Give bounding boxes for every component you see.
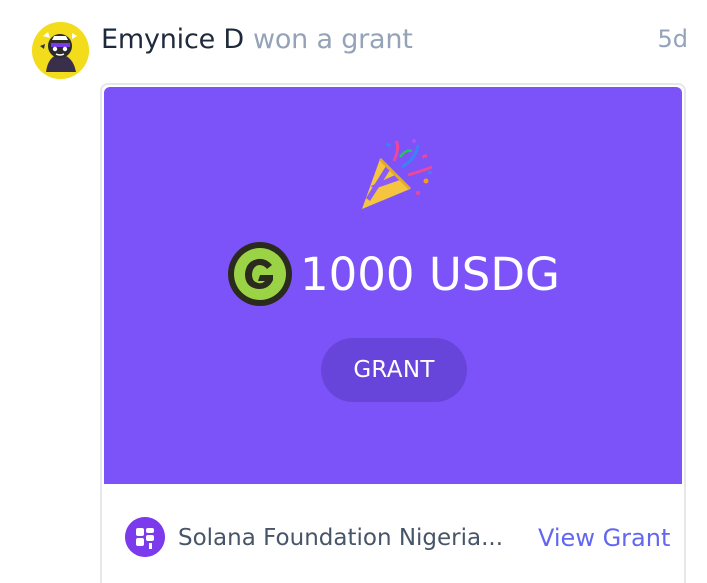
- view-grant-link[interactable]: View Grant: [538, 522, 670, 554]
- party-popper-icon: [362, 139, 433, 209]
- user-avatar[interactable]: [32, 22, 89, 79]
- grant-banner: 1000 USDG GRANT: [104, 87, 682, 484]
- activity-action: won a grant: [252, 23, 413, 55]
- activity-feed-item: Emynice D won a grant 5d 1000 USDG GRANT…: [0, 0, 707, 583]
- sponsor-name[interactable]: Solana Foundation Nigeria...: [178, 522, 503, 554]
- solana-foundation-logo-icon: [125, 517, 165, 557]
- grant-amount: 1000 USDG: [228, 241, 560, 307]
- activity-timestamp: 5d: [657, 25, 688, 53]
- activity-header: Emynice D won a grant: [101, 22, 413, 56]
- usdg-token-icon: [228, 242, 292, 306]
- grant-card-footer: Solana Foundation Nigeria... View Grant: [102, 484, 684, 583]
- grant-amount-value: 1000 USDG: [300, 247, 560, 301]
- user-name[interactable]: Emynice D: [101, 24, 244, 55]
- grant-badge: GRANT: [321, 338, 467, 402]
- grant-card[interactable]: 1000 USDG GRANT Solana Foundation Nigeri…: [100, 83, 686, 583]
